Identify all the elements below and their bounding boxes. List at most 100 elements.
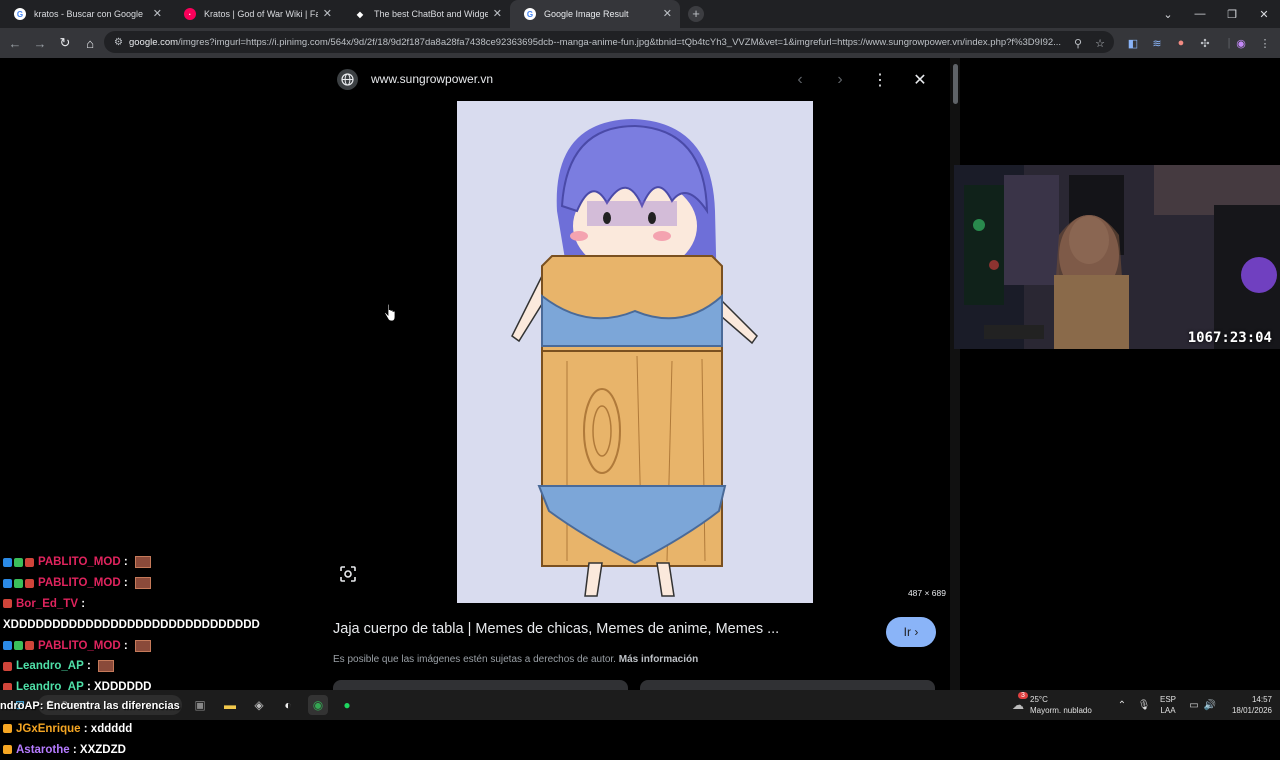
tab-3[interactable]: ◆ The best ChatBot and Widgets ✕ — [340, 0, 510, 28]
mouse-cursor-icon — [384, 303, 396, 327]
chat-separator: : — [83, 660, 94, 673]
copyright-notice: Es posible que las imágenes estén sujeta… — [333, 654, 698, 665]
chat-badge-icon — [14, 557, 23, 567]
chat-username: Leandro_AP — [16, 660, 84, 673]
close-viewer-button[interactable]: ✕ — [910, 70, 930, 90]
tab-search-icon[interactable]: ⌄ — [1152, 0, 1184, 28]
copyright-text: Es posible que las imágenes estén sujeta… — [333, 654, 616, 665]
microphone-icon[interactable]: 🎙 — [1134, 695, 1154, 715]
globe-icon — [337, 69, 358, 90]
fandom-icon: · — [184, 8, 196, 20]
weather-widget[interactable]: 25°C Mayorm. nublado — [1030, 690, 1092, 720]
tab-title: Google Image Result — [544, 9, 629, 19]
show-hidden-icons-chevron-icon[interactable]: ⌃ — [1112, 695, 1132, 715]
tab-title: kratos - Buscar con Google — [34, 9, 144, 19]
more-info-link[interactable]: Más información — [619, 654, 698, 665]
audio-extension-icon[interactable]: ≋ — [1147, 33, 1167, 53]
close-tab-icon[interactable]: ✕ — [153, 8, 162, 20]
chat-separator: : — [120, 639, 131, 652]
chat-text: xddddd — [90, 722, 133, 735]
maximize-button[interactable]: ❐ — [1216, 0, 1248, 28]
page-scrollbar[interactable] — [950, 58, 960, 690]
chat-emote-icon — [134, 639, 151, 652]
chat-separator: : — [80, 722, 91, 735]
extension-icon[interactable]: ● — [1171, 33, 1191, 53]
translate-extension-icon[interactable]: ◧ — [1123, 33, 1143, 53]
tab-title: The best ChatBot and Widgets — [374, 9, 488, 19]
chrome-icon[interactable]: ◉ — [308, 695, 328, 715]
more-options-icon[interactable]: ⋮ — [870, 70, 890, 90]
image-caption[interactable]: Jaja cuerpo de tabla | Memes de chicas, … — [333, 621, 779, 637]
spotify-icon[interactable]: ● — [337, 695, 357, 715]
close-tab-icon[interactable]: ✕ — [323, 8, 332, 20]
chat-separator: : — [120, 577, 131, 590]
google-icon: G — [524, 8, 536, 20]
site-info-icon[interactable]: ⚙ — [114, 37, 123, 48]
new-tab-button[interactable]: + — [688, 6, 704, 22]
chat-message: XDDDDDDDDDDDDDDDDDDDDDDDDDDDDDD — [0, 614, 320, 635]
stream-timer: 1067:23:04 — [1187, 330, 1272, 346]
app-icon[interactable]: ◐ — [278, 695, 298, 715]
browser-menu-icon[interactable]: ⋮ — [1255, 33, 1275, 53]
chat-badge-icon — [25, 578, 34, 588]
tab-4[interactable]: G Google Image Result ✕ — [510, 0, 680, 28]
chat-badge-icon — [14, 641, 23, 651]
chat-separator: : — [78, 597, 89, 610]
chat-username: PABLITO_MOD — [38, 556, 121, 569]
chat-badge-icon — [3, 557, 12, 567]
tab-2[interactable]: · Kratos | God of War Wiki | Fandom ✕ — [170, 0, 340, 28]
clock[interactable]: 14:57 18/01/2026 — [1222, 690, 1272, 720]
extensions-puzzle-icon[interactable]: ✣ — [1195, 33, 1215, 53]
file-explorer-icon[interactable]: ▬ — [220, 695, 240, 715]
save-button[interactable] — [640, 680, 935, 690]
preview-image[interactable] — [457, 101, 813, 603]
chat-username: PABLITO_MOD — [38, 639, 121, 652]
volume-icon[interactable]: 🔊 — [1200, 695, 1220, 715]
tab-strip: Gkratos - Buscar con Google ✕ · Kratos | Go… — [0, 0, 680, 28]
browser-toolbar: ← → ↻ ⌂ ⚙ google.com/imgres?imgurl=https… — [0, 28, 1280, 58]
chat-message: PABLITO_MOD : — [0, 635, 320, 656]
image-area: 487 × 689 — [320, 101, 950, 603]
chat-message: PABLITO_MOD : — [0, 552, 320, 573]
back-button[interactable]: ← — [3, 31, 27, 55]
language-indicator[interactable]: ESP LAA — [1160, 690, 1176, 720]
home-button[interactable]: ⌂ — [78, 31, 102, 55]
close-tab-icon[interactable]: ✕ — [663, 8, 672, 20]
minimize-button[interactable]: — — [1184, 0, 1216, 28]
visit-button[interactable]: Ir › — [886, 617, 936, 647]
chat-username: JGxEnrique — [16, 722, 81, 735]
chat-emote-icon — [134, 577, 151, 590]
streamelements-icon: ◆ — [354, 8, 366, 20]
obs-icon[interactable]: ◈ — [249, 695, 269, 715]
chat-emote-icon — [97, 660, 114, 673]
reload-button[interactable]: ↻ — [53, 31, 77, 55]
stream-chat-overlay: PABLITO_MOD : PABLITO_MOD : Bor_Ed_TV : … — [0, 552, 320, 760]
chat-badge-icon — [3, 724, 12, 734]
address-bar[interactable]: ⚙ google.com/imgres?imgurl=https://i.pin… — [104, 31, 1114, 53]
previous-image-button[interactable]: ‹ — [790, 70, 810, 90]
source-domain[interactable]: www.sungrowpower.vn — [371, 72, 493, 86]
bookmark-star-icon[interactable]: ☆ — [1090, 33, 1110, 53]
zoom-icon[interactable]: ⚲ — [1068, 33, 1088, 53]
chat-badge-icon — [3, 641, 12, 651]
profile-avatar[interactable]: ◉ — [1231, 33, 1251, 53]
address-path: /imgres?imgurl=https://i.pinimg.com/564x… — [178, 36, 1062, 48]
chat-separator: : — [120, 556, 131, 569]
share-button[interactable] — [333, 680, 628, 690]
chat-message: PABLITO_MOD : — [0, 573, 320, 594]
chat-text: XDDDDDDDDDDDDDDDDDDDDDDDDDDDDDD — [3, 618, 260, 631]
chat-separator: : — [69, 743, 80, 756]
close-tab-icon[interactable]: ✕ — [493, 8, 502, 20]
chat-badge-icon — [3, 599, 12, 609]
google-lens-icon[interactable] — [339, 565, 357, 583]
viewer-header: www.sungrowpower.vn ‹ › ⋮ ✕ — [320, 58, 950, 101]
forward-button[interactable]: → — [28, 31, 52, 55]
address-host: google.com — [128, 36, 179, 48]
next-image-button[interactable]: › — [830, 70, 850, 90]
tab-1[interactable]: Gkratos - Buscar con Google ✕ — [0, 0, 170, 28]
scrollbar-thumb[interactable] — [953, 64, 958, 104]
weather-desc: Mayorm. nublado — [1030, 706, 1092, 715]
close-window-button[interactable]: ✕ — [1248, 0, 1280, 28]
google-icon: G — [14, 8, 26, 20]
task-view-icon[interactable]: ▣ — [190, 695, 210, 715]
